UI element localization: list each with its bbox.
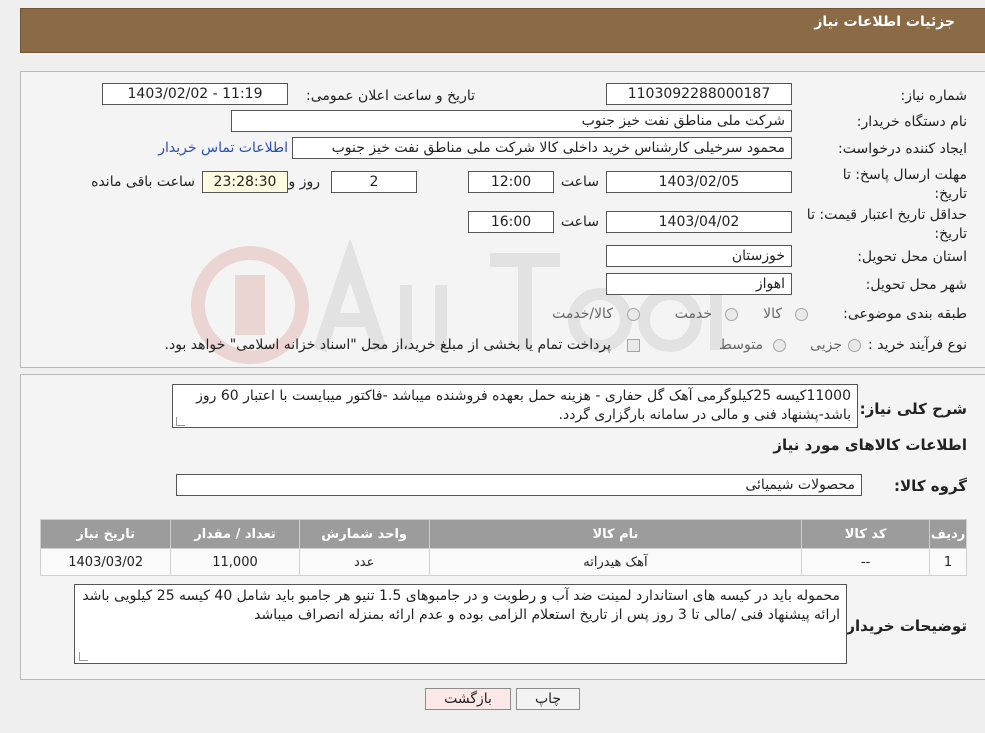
- creator-field: محمود سرخیلی کارشناس خرید داخلی کالا شرک…: [292, 137, 792, 159]
- category-radio-goods-service[interactable]: [627, 308, 640, 321]
- days-field: 2: [331, 171, 417, 193]
- deadline-time-label: ساعت: [560, 174, 599, 190]
- print-button[interactable]: چاپ: [516, 688, 580, 710]
- category-option-goods-service: کالا/خدمت: [552, 306, 613, 322]
- summary-label: شرح کلی نیاز:: [859, 400, 967, 418]
- col-qty: تعداد / مقدار: [170, 519, 300, 549]
- page-title: جزئیات اطلاعات نیاز: [814, 14, 955, 30]
- buyer-notes-label: توضیحات خریدار:: [840, 617, 967, 635]
- process-label: نوع فرآیند خرید :: [868, 337, 967, 353]
- table-header-row: ردیف کد کالا نام کالا واحد شمارش تعداد /…: [39, 519, 967, 549]
- city-label: شهر محل تحویل:: [865, 277, 967, 293]
- announce-field: 1403/02/02 - 11:19: [102, 83, 288, 105]
- category-radio-goods[interactable]: [795, 308, 808, 321]
- process-radio-medium[interactable]: [773, 339, 786, 352]
- process-option-medium: متوسط: [719, 337, 763, 353]
- cell-qty: 11,000: [170, 548, 300, 576]
- deadline-date-field: 1403/02/05: [606, 171, 792, 193]
- buyer-org-field: شرکت ملی مناطق نفت خیز جنوب: [231, 110, 792, 132]
- buyer-notes-text: محموله باید در کیسه های استاندارد لمینت …: [74, 584, 847, 664]
- deadline-label: مهلت ارسال پاسخ: تا تاریخ:: [842, 167, 967, 202]
- cell-code: --: [801, 548, 931, 576]
- table-row: 1 -- آهک هیدراته عدد 11,000 1403/03/02: [39, 548, 967, 576]
- announce-label: تاریخ و ساعت اعلان عمومی:: [306, 88, 475, 104]
- category-option-goods: کالا: [763, 306, 782, 322]
- validity-time-field: 16:00: [468, 211, 554, 233]
- cell-date: 1403/03/02: [39, 548, 172, 576]
- category-label: طبقه بندی موضوعی:: [843, 306, 967, 322]
- need-number-label: شماره نیاز:: [900, 88, 968, 104]
- city-field: اهواز: [606, 273, 792, 295]
- back-button[interactable]: بازگشت: [425, 688, 511, 710]
- category-radio-service[interactable]: [725, 308, 738, 321]
- days-label: روز و: [288, 174, 321, 190]
- validity-date-field: 1403/04/02: [606, 211, 792, 233]
- col-row: ردیف: [929, 519, 967, 549]
- goods-section-title: اطلاعات کالاهای مورد نیاز: [773, 436, 967, 454]
- goods-table: ردیف کد کالا نام کالا واحد شمارش تعداد /…: [39, 519, 967, 576]
- col-name: نام کالا: [428, 519, 803, 549]
- buyer-contact-link[interactable]: اطلاعات تماس خریدار: [158, 140, 288, 156]
- col-date: تاریخ نیاز: [39, 519, 172, 549]
- deadline-time-field: 12:00: [468, 171, 554, 193]
- category-option-service: خدمت: [674, 306, 712, 322]
- treasury-checkbox[interactable]: [627, 339, 640, 352]
- cell-unit: عدد: [298, 548, 430, 576]
- remaining-time-field: 23:28:30: [202, 171, 288, 193]
- summary-resize-grip[interactable]: [176, 417, 185, 426]
- province-label: استان محل تحویل:: [857, 249, 967, 265]
- buyer-notes-resize-grip[interactable]: [79, 652, 88, 661]
- need-number-field: 1103092288000187: [606, 83, 792, 105]
- creator-label: ایجاد کننده درخواست:: [838, 141, 967, 157]
- process-radio-minor[interactable]: [848, 339, 861, 352]
- validity-label: حداقل تاریخ اعتبار قیمت: تا تاریخ:: [806, 207, 967, 242]
- goods-group-label: گروه کالا:: [894, 477, 967, 495]
- payment-note: پرداخت تمام یا بخشی از مبلغ خرید،از محل …: [164, 337, 611, 353]
- summary-text: 11000کیسه 25کیلوگرمی آهک گل حفاری - هزین…: [172, 384, 858, 428]
- cell-name: آهک هیدراته: [428, 548, 803, 576]
- goods-group-field: محصولات شیمیائی: [176, 474, 862, 496]
- process-option-minor: جزیی: [810, 337, 842, 353]
- col-unit: واحد شمارش: [298, 519, 430, 549]
- col-code: کد کالا: [801, 519, 931, 549]
- province-field: خوزستان: [606, 245, 792, 267]
- validity-time-label: ساعت: [560, 214, 599, 230]
- cell-row: 1: [929, 548, 967, 576]
- remaining-label: ساعت باقی مانده: [91, 174, 195, 190]
- buyer-org-label: نام دستگاه خریدار:: [856, 114, 967, 130]
